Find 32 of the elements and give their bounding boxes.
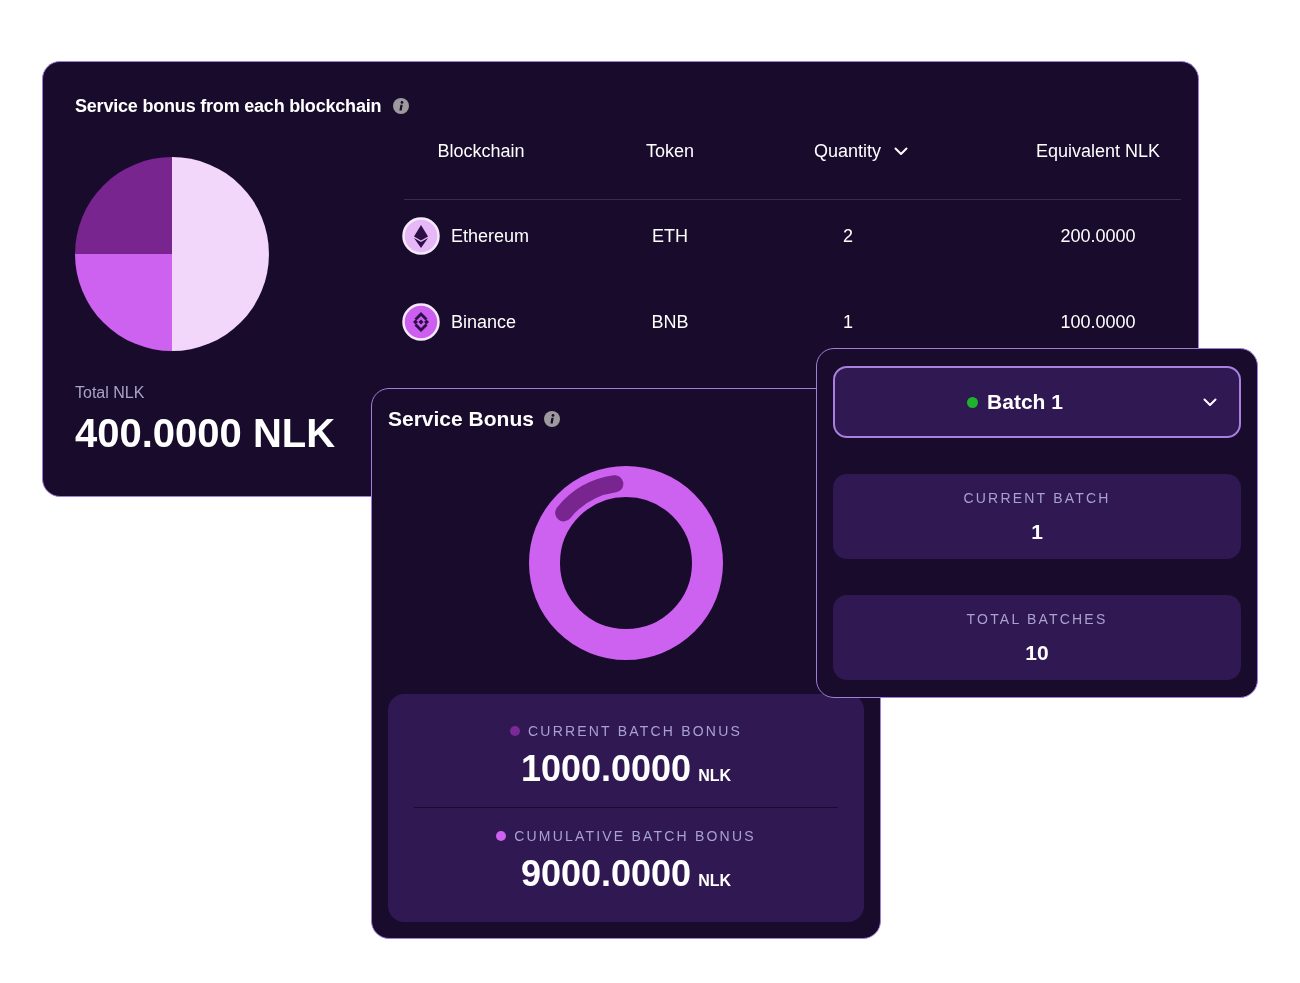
chevron-down-icon	[1203, 397, 1217, 407]
quantity-cell: 1	[843, 311, 853, 333]
stat-value: 9000.0000	[520, 854, 692, 894]
card-title: Service bonus from each blockchain	[75, 95, 382, 117]
stat-value: 1000.0000	[520, 749, 692, 789]
blockchain-name: Ethereum	[451, 225, 530, 247]
stat-label: TOTAL BATCHES	[966, 611, 1108, 627]
total-label: Total NLK	[75, 384, 145, 402]
stat-value: 10	[1025, 642, 1049, 664]
card-title: Service Bonus	[388, 406, 534, 432]
stat-label: CURRENT BATCH	[963, 490, 1111, 506]
batch-dropdown[interactable]: Batch 1	[833, 366, 1241, 438]
equivalent-cell: 200.0000	[1060, 225, 1136, 247]
stat-value: 1	[1031, 521, 1043, 543]
quantity-cell: 2	[843, 225, 853, 247]
stat-label: CUMULATIVE BATCH BONUS	[514, 828, 756, 844]
stat-label: CURRENT BATCH BONUS	[528, 723, 742, 739]
stat-unit: NLK	[698, 767, 732, 785]
info-icon	[393, 98, 410, 114]
blockchain-name: Binance	[451, 311, 517, 333]
info-icon	[543, 411, 560, 427]
diamond-tiles-coin-icon	[402, 303, 440, 341]
total-value: 400.0000 NLK	[75, 410, 336, 456]
token-cell: ETH	[652, 225, 688, 247]
diamond-coin-icon	[402, 217, 440, 255]
column-header-button[interactable]: Quantity	[814, 140, 909, 162]
column-header: Equivalent NLK	[1035, 140, 1161, 162]
column-header: Token	[645, 140, 694, 162]
token-cell: BNB	[651, 311, 689, 333]
stat-unit: NLK	[698, 872, 732, 890]
column-header: Blockchain	[437, 140, 525, 162]
equivalent-cell: 100.0000	[1060, 311, 1136, 333]
